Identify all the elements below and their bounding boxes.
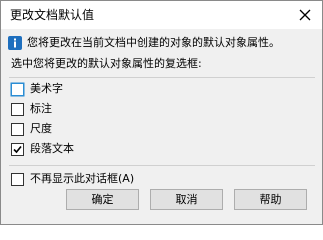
checkbox-artistic-text[interactable] <box>11 82 24 96</box>
checkbox-callout[interactable] <box>11 102 24 116</box>
info-icon <box>8 36 22 50</box>
separator-bottom <box>9 165 315 166</box>
close-icon <box>299 9 311 21</box>
dont-show-again-label: 不再显示此对话框(A) <box>30 172 135 185</box>
info-text-line2: 选中您将更改的默认对象属性的复选框: <box>11 57 202 70</box>
checkbox-paragraph-text[interactable] <box>11 142 24 156</box>
info-text-line1: 您将更改在当前文档中创建的对象的默认对象属性。 <box>27 36 280 49</box>
checkbox-dimension[interactable] <box>11 122 24 136</box>
option-label: 段落文本 <box>30 142 74 155</box>
option-label: 标注 <box>30 102 52 115</box>
separator-top <box>9 77 315 78</box>
close-button[interactable] <box>294 4 316 26</box>
option-dimension[interactable]: 尺度 <box>11 122 52 136</box>
checkbox-dont-show-again[interactable] <box>11 172 24 186</box>
cancel-button[interactable]: 取消 <box>150 189 223 210</box>
help-button[interactable]: 帮助 <box>234 189 307 210</box>
info-row: 您将更改在当前文档中创建的对象的默认对象属性。 <box>8 36 280 50</box>
option-artistic-text[interactable]: 美术字 <box>11 82 63 96</box>
option-callout[interactable]: 标注 <box>11 102 52 116</box>
ok-button[interactable]: 确定 <box>66 189 139 210</box>
dont-show-again-option[interactable]: 不再显示此对话框(A) <box>11 172 134 186</box>
option-label: 尺度 <box>30 122 52 135</box>
dialog-content: 您将更改在当前文档中创建的对象的默认对象属性。 选中您将更改的默认对象属性的复选… <box>1 29 322 224</box>
option-label: 美术字 <box>30 82 63 95</box>
change-document-defaults-dialog: 更改文档默认值 您将更改在当前文档中创建的对象的默认对象属性。 选中您将更改的默… <box>0 0 323 225</box>
checkmark-icon <box>13 145 22 153</box>
title-bar: 更改文档默认值 <box>1 1 322 29</box>
option-paragraph-text[interactable]: 段落文本 <box>11 142 74 156</box>
dialog-title: 更改文档默认值 <box>10 8 95 22</box>
